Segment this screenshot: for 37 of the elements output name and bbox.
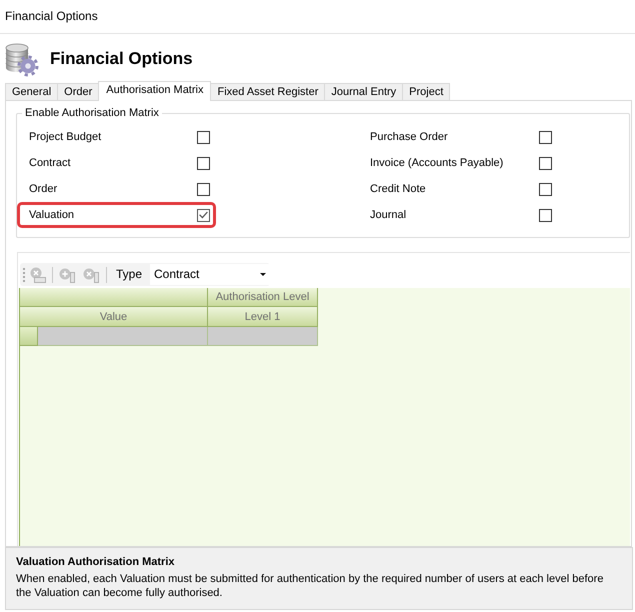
option-label: Valuation [29,208,76,222]
type-label: Type [116,267,142,282]
description-text: When enabled, each Valuation must be submitted for authentication by the required number of users at each level before the Valuation can become fully authorised. [16,572,604,600]
checkbox[interactable] [197,130,210,144]
page-title: Financial Options [50,49,193,69]
tab[interactable]: Authorisation Matrix [98,81,212,101]
window-title: Financial Options [5,9,98,23]
option-label: Contract [29,156,72,170]
option-label: Invoice (Accounts Payable) [370,156,504,170]
tab[interactable]: General [5,83,58,100]
checkbox[interactable] [539,208,552,222]
tab[interactable]: Fixed Asset Register [210,83,326,100]
option-label: Order [29,182,58,196]
type-dropdown[interactable]: Contract [150,264,270,285]
tab[interactable]: Order [57,83,100,100]
checkbox[interactable] [197,182,210,196]
caret-icon [260,273,266,276]
checkbox[interactable] [539,156,552,170]
checkbox[interactable] [539,130,552,144]
description-title: Valuation Authorisation Matrix [16,555,176,569]
checkmark-icon [199,211,208,219]
checkbox[interactable] [539,182,552,196]
column-header[interactable]: Value [20,307,208,327]
group-header: Authorisation Level [208,288,318,307]
option-label: Journal [370,208,408,222]
option-label: Credit Note [370,182,427,196]
coins-gear-icon [5,41,39,77]
tab[interactable]: Project [402,83,450,100]
option-label: Project Budget [29,130,102,144]
grid-cell[interactable] [208,327,318,346]
column-header[interactable]: Level 1 [208,307,318,327]
checkbox[interactable] [197,156,210,170]
grid-cell[interactable] [38,327,208,346]
group-legend: Enable Authorisation Matrix [22,106,162,120]
checkbox[interactable] [197,208,210,222]
option-label: Purchase Order [370,130,449,144]
tab[interactable]: Journal Entry [324,83,404,100]
